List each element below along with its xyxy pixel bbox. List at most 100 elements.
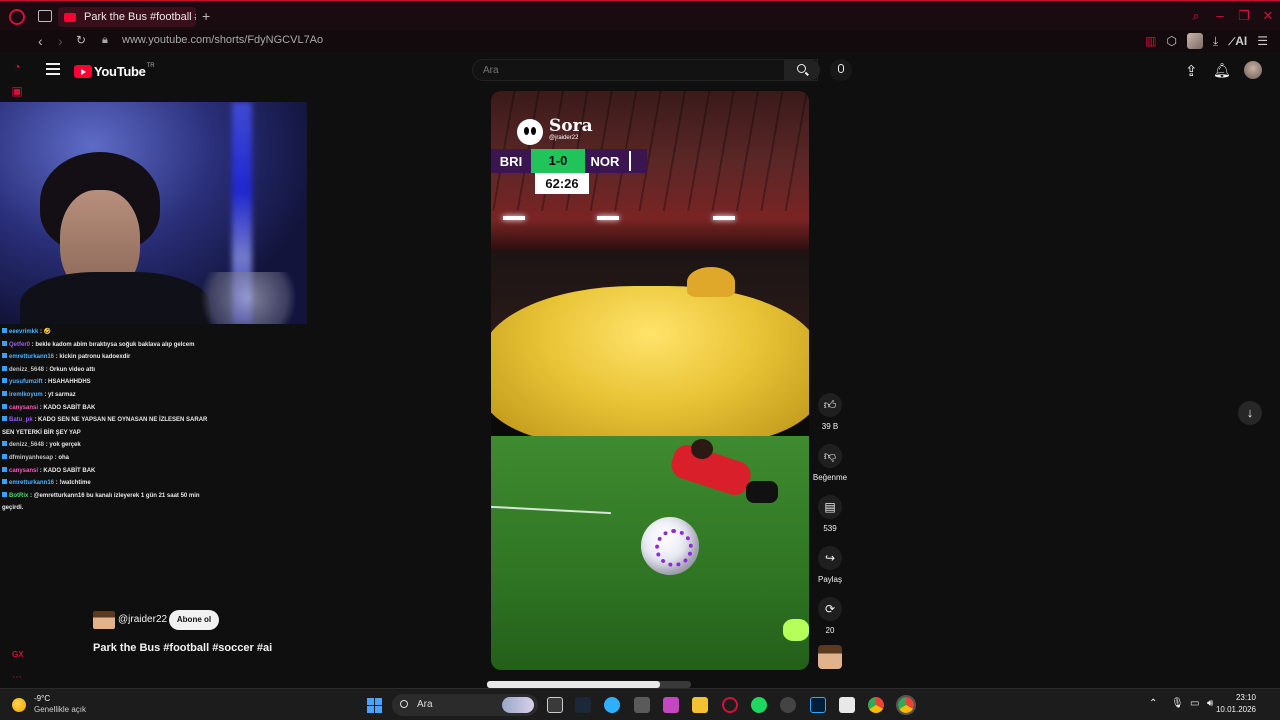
chat-username[interactable]: BotRix [9, 493, 28, 499]
clock-time[interactable]: 23:10 [1236, 693, 1256, 702]
close-icon[interactable]: ✕ [1262, 9, 1274, 22]
extensions-icon[interactable]: ⬡ [1166, 34, 1176, 48]
chat-username[interactable]: denizz_5648 [9, 442, 44, 448]
easy-setup-icon[interactable]: ☰ [1257, 34, 1268, 48]
chat-message: canysansi : KADO SABİT BAK [2, 402, 212, 415]
opera-gx-icon[interactable] [722, 697, 738, 713]
chat-username[interactable]: emretturkann16 [9, 354, 54, 360]
chat-badge-icon [2, 491, 7, 497]
chat-text: : yt sarmaz [42, 391, 76, 398]
tab-islands-icon[interactable] [38, 10, 52, 22]
tray-volume-icon[interactable]: 🔊︎ [1207, 698, 1213, 709]
chat-username[interactable]: iremlkoyum [9, 392, 43, 398]
sora-logo-icon [517, 119, 543, 145]
more-icon[interactable]: ⋯ [12, 672, 22, 683]
chat-message: canysansi : KADO SABİT BAK [2, 465, 212, 478]
taskbar-search-label: Ara [417, 699, 433, 710]
chat-username[interactable]: eeevrimkk [9, 329, 38, 335]
away-team: NOR [590, 153, 620, 169]
next-short-button[interactable]: ↓ [1238, 401, 1262, 425]
chat-badge-icon [2, 441, 7, 447]
forward-icon[interactable]: › [58, 33, 63, 49]
gx-label-icon[interactable]: GX [12, 650, 24, 659]
xbox-icon[interactable] [780, 697, 796, 713]
profile-avatar[interactable] [1186, 33, 1203, 49]
snipping-tool-icon[interactable] [663, 697, 679, 713]
thumbs-down-icon: 👎︎ [818, 444, 842, 468]
chat-text: : HSAHAHHDHS [42, 379, 91, 386]
chat-username[interactable]: canysansi [9, 405, 38, 411]
task-view-icon[interactable] [547, 697, 563, 713]
chat-username[interactable]: Batu_pk [9, 417, 33, 423]
windows-start-icon[interactable] [367, 698, 382, 713]
reload-icon[interactable]: ↻ [76, 33, 86, 47]
like-button[interactable]: 👍︎ 39 B [810, 393, 850, 431]
tray-overflow-icon[interactable]: ⌃ [1149, 698, 1157, 709]
minimize-icon[interactable]: – [1214, 9, 1226, 22]
clock-date[interactable]: 10.01.2026 [1216, 705, 1256, 714]
download-icon[interactable]: ⤓ [1213, 34, 1218, 49]
chat-text: : kickin patronu kadoexdir [54, 354, 131, 361]
weather-icon[interactable] [12, 698, 26, 712]
file-explorer-icon[interactable] [692, 697, 708, 713]
chrome-icon[interactable] [868, 697, 884, 713]
dislike-label: Beğenme [812, 473, 848, 482]
short-video-player[interactable]: Sora @jraider22 BRI 1-0 NOR 62:26 [491, 91, 809, 670]
chat-username[interactable]: Qetfer0 [9, 342, 30, 348]
opera-logo-icon[interactable] [9, 9, 25, 25]
video-progress-bar[interactable] [487, 681, 691, 688]
chat-username[interactable]: dfminyanhesap [9, 455, 53, 461]
upload-icon[interactable]: ⇪ [1185, 62, 1198, 80]
share-label: Paylaş [817, 575, 842, 584]
weather-description[interactable]: Genellikle açık [34, 705, 86, 714]
maximize-icon[interactable]: ❐ [1238, 9, 1250, 22]
remix-button[interactable]: ⟳ 20 [810, 597, 850, 635]
subscribe-button[interactable]: Abone ol [169, 610, 219, 630]
search-placeholder: Ara [483, 65, 499, 76]
search-input[interactable]: Ara [472, 59, 818, 81]
sound-channel-avatar[interactable] [818, 645, 842, 669]
gx-control-icon[interactable]: ◔ [10, 60, 24, 74]
scoreboard: BRI 1-0 NOR [491, 149, 647, 173]
chat-username[interactable]: denizz_5648 [9, 367, 44, 373]
lock-icon[interactable]: 🔒︎ [102, 34, 108, 47]
spotify-icon[interactable] [751, 697, 767, 713]
chrome-active-icon[interactable] [896, 695, 916, 715]
browser-tab[interactable]: Park the Bus #football #so [58, 7, 196, 27]
back-icon[interactable]: ‹ [38, 33, 43, 49]
channel-avatar[interactable] [93, 611, 115, 629]
taskbar-search[interactable]: Ara [392, 694, 538, 716]
tray-display-icon[interactable]: ▭ [1190, 698, 1199, 709]
youtube-logo[interactable]: YouTube TR [74, 63, 155, 79]
search-button[interactable] [784, 59, 820, 81]
notifications-bell-icon[interactable]: 🔔︎ [1213, 62, 1231, 79]
search-tabs-icon[interactable]: ⌕ [1190, 9, 1202, 22]
comments-button[interactable]: ▤ 539 [810, 495, 850, 533]
capcut-icon[interactable] [839, 697, 855, 713]
chat-username[interactable]: emretturkann16 [9, 480, 54, 486]
steam-icon[interactable] [575, 697, 591, 713]
chat-text: : !watchtime [54, 480, 91, 487]
account-avatar[interactable] [1244, 61, 1262, 79]
hamburger-menu-icon[interactable] [46, 63, 60, 78]
chat-username[interactable]: yusufumzift [9, 379, 43, 385]
channel-name[interactable]: @jraider22 [118, 614, 167, 625]
ai-button[interactable]: ⟋AI [1228, 34, 1247, 48]
tray-mic-icon[interactable]: 🎙︎ [1171, 698, 1184, 709]
bookmarks-panel-icon[interactable]: ▥ [1145, 34, 1156, 48]
share-button[interactable]: ↪ Paylaş [810, 546, 850, 584]
new-tab-button[interactable]: + [202, 8, 210, 24]
voice-search-button[interactable] [830, 59, 852, 81]
chat-badge-icon [2, 365, 7, 371]
short-title[interactable]: Park the Bus #football #soccer #ai [93, 642, 272, 654]
search-icon [400, 700, 408, 708]
dislike-button[interactable]: 👎︎ Beğenme [810, 444, 850, 482]
weather-temperature[interactable]: -9°C [34, 694, 50, 703]
photoshop-icon[interactable] [810, 697, 826, 713]
gx-corner-icon[interactable]: ▣ [10, 84, 24, 98]
url-field[interactable]: www.youtube.com/shorts/FdyNGCVL7Ao [122, 34, 323, 46]
chat-username[interactable]: canysansi [9, 468, 38, 474]
window-controls: ⌕ – ❐ ✕ [1190, 9, 1274, 22]
copilot-icon[interactable] [604, 697, 620, 713]
epic-games-icon[interactable] [634, 697, 650, 713]
